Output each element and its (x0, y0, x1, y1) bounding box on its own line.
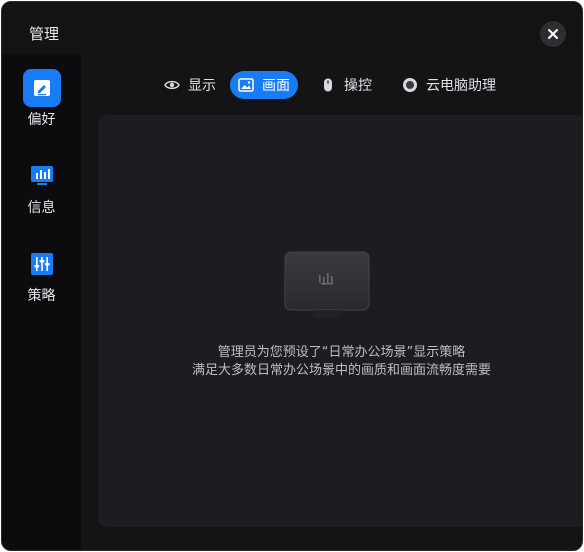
policy-message-line2: 满足大多数日常办公场景中的画质和画面流畅度需要 (191, 363, 491, 378)
sidebar-item-label: 偏好 (27, 112, 56, 128)
tab-label: 云电脑助理 (426, 78, 496, 94)
title-bar: 管理 (2, 2, 582, 54)
tab-label: 操控 (344, 78, 372, 94)
tab-picture[interactable]: 画面 (230, 71, 298, 99)
sidebar: 偏好 信息 策略 (2, 54, 81, 550)
image-icon (238, 77, 254, 93)
tab-control[interactable]: 操控 (312, 71, 380, 99)
device-illustration (284, 251, 370, 323)
policy-message-line1: 管理员为您预设了“日常办公场景”显示策略 (217, 345, 466, 360)
close-icon (548, 29, 558, 39)
sidebar-item-label: 信息 (27, 200, 56, 216)
close-button[interactable] (540, 21, 566, 47)
assistant-icon (402, 77, 418, 93)
monitor-stats-icon (23, 157, 61, 195)
tab-assistant[interactable]: 云电脑助理 (394, 71, 504, 99)
window-title: 管理 (29, 25, 60, 43)
sliders-icon (23, 245, 61, 283)
tab-bar: 显示 画面 操控 云电脑助理 (156, 70, 510, 100)
mouse-icon (320, 77, 336, 93)
sidebar-item-label: 策略 (27, 288, 56, 304)
tab-display[interactable]: 显示 (156, 71, 224, 99)
tab-label: 显示 (188, 78, 216, 94)
management-window: 管理 偏好 信息 策略 显示 画面 操控 云电脑助理 管理员为您预设了“日常办公… (1, 1, 583, 551)
sidebar-item-policy[interactable]: 策略 (2, 245, 81, 309)
tab-label: 画面 (262, 78, 290, 94)
eye-icon (164, 77, 180, 93)
sidebar-item-preferences[interactable]: 偏好 (2, 69, 81, 133)
sidebar-item-info[interactable]: 信息 (2, 157, 81, 221)
edit-icon (22, 69, 61, 107)
content-panel: 管理员为您预设了“日常办公场景”显示策略 满足大多数日常办公场景中的画质和画面流… (98, 115, 582, 527)
